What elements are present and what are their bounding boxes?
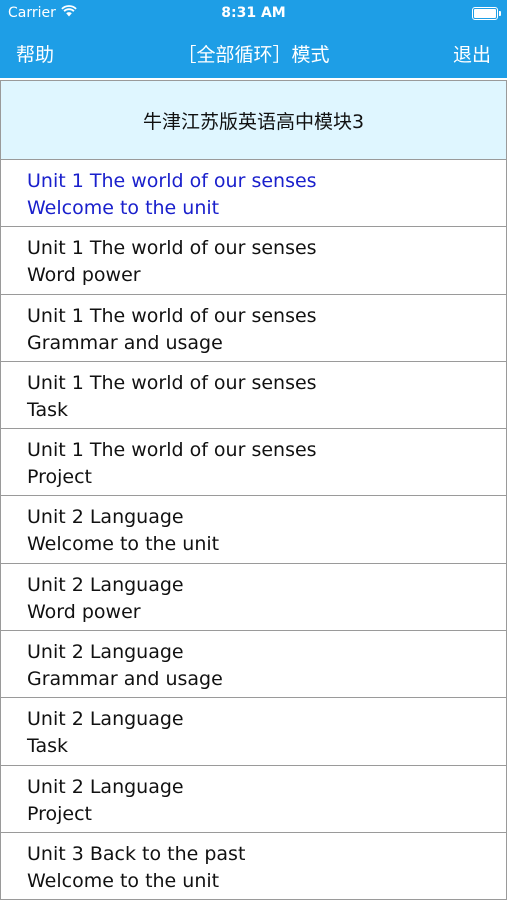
battery-icon <box>472 7 501 20</box>
lesson-section-title: Grammar and usage <box>27 331 223 354</box>
lesson-section-title: Grammar and usage <box>27 668 223 691</box>
lesson-section-title: Project <box>27 466 93 489</box>
lesson-item[interactable]: Unit 2 Language Grammar and usage <box>0 631 507 699</box>
help-button[interactable]: 帮助 <box>16 40 54 67</box>
status-bar: Carrier 8:31 AM <box>0 0 507 28</box>
exit-button[interactable]: 退出 <box>453 40 491 67</box>
lesson-unit-title: Unit 1 The world of our senses <box>27 439 317 462</box>
lesson-item[interactable]: Unit 1 The world of our senses Grammar an… <box>0 294 507 362</box>
lesson-item[interactable]: Unit 2 Language Word power <box>0 563 507 632</box>
lesson-section-title: Welcome to the unit <box>27 197 220 219</box>
lesson-section-title: Task <box>27 735 69 758</box>
lesson-item[interactable]: Unit 2 Language Project <box>0 765 507 833</box>
app-screen: Carrier 8:31 AM 帮助 ［全部循环］模式 退出 牛津江苏版英语高中… <box>0 0 507 900</box>
lesson-item[interactable]: Unit 2 Language Task <box>0 698 507 766</box>
lesson-item[interactable]: Unit 3 Back to the past Welcome to the un… <box>0 832 507 900</box>
nav-bar: 帮助 ［全部循环］模式 退出 <box>0 28 507 78</box>
lesson-section-title: Word power <box>27 600 141 623</box>
lesson-unit-title: Unit 2 Language <box>27 573 184 596</box>
lesson-unit-title: Unit 2 Language <box>27 506 184 529</box>
lesson-unit-title: Unit 2 Language <box>27 708 184 731</box>
lesson-unit-title: Unit 1 The world of our senses <box>27 304 317 327</box>
book-title-header: 牛津江苏版英语高中模块3 <box>0 80 507 160</box>
lesson-section-title: Welcome to the unit <box>27 869 220 892</box>
lesson-unit-title: Unit 1 The world of our senses <box>27 170 317 192</box>
lesson-section-title: Task <box>27 398 69 421</box>
book-title: 牛津江苏版英语高中模块3 <box>142 110 365 133</box>
lesson-list: Unit 1 The world of our senses Welcome to… <box>0 160 507 900</box>
lesson-section-title: Welcome to the unit <box>27 533 220 556</box>
battery-fill <box>474 9 496 18</box>
lesson-unit-title: Unit 2 Language <box>27 641 184 664</box>
lesson-unit-title: Unit 1 The world of our senses <box>27 371 317 394</box>
lesson-unit-title: Unit 3 Back to the past <box>27 842 246 865</box>
lesson-unit-title: Unit 2 Language <box>27 775 184 798</box>
lesson-item[interactable]: Unit 2 Language Welcome to the unit <box>0 496 507 564</box>
lesson-item[interactable]: Unit 1 The world of our senses Project <box>0 429 507 497</box>
lesson-item[interactable]: Unit 1 The world of our senses Task <box>0 361 507 430</box>
nav-title: ［全部循环］模式 <box>177 44 330 66</box>
status-time: 8:31 AM <box>221 5 286 21</box>
lesson-unit-title: Unit 1 The world of our senses <box>27 237 317 260</box>
lesson-item[interactable]: Unit 1 The world of our senses Welcome to… <box>0 160 507 228</box>
lesson-item[interactable]: Unit 1 The world of our senses Word power <box>0 227 507 295</box>
lesson-section-title: Project <box>27 802 93 825</box>
lesson-section-title: Word power <box>27 264 141 287</box>
